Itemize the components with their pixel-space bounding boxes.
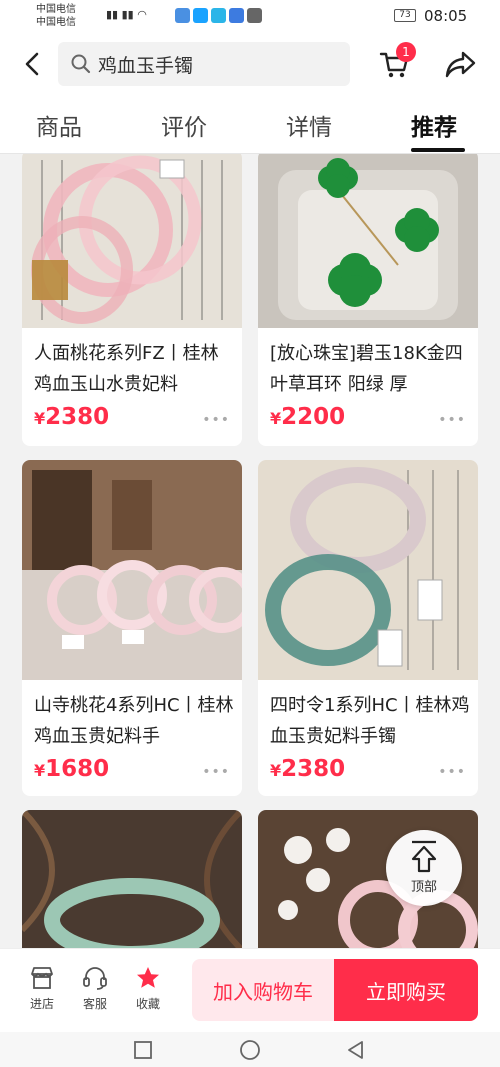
scroll-to-top-button[interactable]: 顶部 <box>386 830 462 906</box>
app-icon <box>247 8 262 23</box>
recommend-grid: 人面桃花系列FZ丨桂林鸡血玉山水贵妃料 ¥2380 ••• [放心珠宝]碧玉18… <box>0 154 500 948</box>
carrier-2: 中国电信 <box>36 17 76 28</box>
tab-recommend[interactable]: 推荐 <box>411 108 457 142</box>
product-price: ¥1680 <box>34 756 110 782</box>
cart-count-badge: 1 <box>396 42 416 62</box>
clock: 08:05 <box>424 7 468 25</box>
product-title: [放心珠宝]碧玉18K金四叶草耳环 阳绿 厚 <box>270 343 463 395</box>
app-icon <box>229 8 244 23</box>
more-dots-icon[interactable]: ••• <box>202 764 230 780</box>
arrow-up-icon <box>411 840 437 873</box>
carrier-info: 中国电信 中国电信 <box>36 3 76 29</box>
shop-icon <box>31 967 53 989</box>
customer-service-button[interactable]: 客服 <box>71 965 119 1012</box>
product-image <box>258 460 478 680</box>
buy-now-button[interactable]: 立即购买 <box>334 959 478 1021</box>
signal-icons: ▮▮ ▮▮ ◠ <box>106 8 147 21</box>
product-card[interactable]: [放心珠宝]碧玉18K金四叶草耳环 阳绿 厚 ¥2200 ••• <box>258 154 478 446</box>
scroll-to-top-label: 顶部 <box>410 880 437 895</box>
carrier-1: 中国电信 <box>36 4 76 15</box>
battery-indicator: 73 <box>394 9 416 22</box>
product-image <box>22 460 242 680</box>
more-dots-icon[interactable]: ••• <box>438 412 466 428</box>
search-icon <box>71 54 91 74</box>
notification-icons <box>175 8 262 23</box>
tab-details[interactable]: 详情 <box>286 108 332 142</box>
product-price: ¥2380 <box>270 756 346 782</box>
system-nav-bar <box>0 1032 500 1067</box>
tab-goods[interactable]: 商品 <box>36 108 82 142</box>
product-price: ¥2380 <box>34 404 110 430</box>
app-icon <box>211 8 226 23</box>
top-header: 鸡血玉手镯 1 <box>0 34 500 96</box>
back-arrow-icon[interactable] <box>18 49 48 79</box>
product-title: 山寺桃花4系列HC丨桂林鸡血玉贵妃料手 <box>34 695 234 747</box>
product-title: 四时令1系列HC丨桂林鸡血玉贵妃料手镯 <box>270 695 470 747</box>
product-image <box>22 810 242 948</box>
more-dots-icon[interactable]: ••• <box>438 764 466 780</box>
add-to-cart-button[interactable]: 加入购物车 <box>192 959 334 1021</box>
product-image <box>22 154 242 328</box>
product-card[interactable] <box>22 810 242 948</box>
back-icon[interactable] <box>345 1039 367 1061</box>
product-price: ¥2200 <box>270 404 346 430</box>
product-card[interactable]: 人面桃花系列FZ丨桂林鸡血玉山水贵妃料 ¥2380 ••• <box>22 154 242 446</box>
tab-reviews[interactable]: 评价 <box>161 108 207 142</box>
product-title: 人面桃花系列FZ丨桂林鸡血玉山水贵妃料 <box>34 343 219 395</box>
product-image <box>258 154 478 328</box>
favorite-button[interactable]: 收藏 <box>124 965 172 1012</box>
active-tab-indicator <box>411 148 465 152</box>
app-icon <box>193 8 208 23</box>
product-card[interactable]: 四时令1系列HC丨桂林鸡血玉贵妃料手镯 ¥2380 ••• <box>258 460 478 796</box>
app-icon <box>175 8 190 23</box>
search-text: 鸡血玉手镯 <box>98 54 194 77</box>
more-dots-icon[interactable]: ••• <box>202 412 230 428</box>
bottom-action-bar: 进店 客服 收藏 加入购物车 立即购买 <box>0 948 500 1032</box>
search-input[interactable]: 鸡血玉手镯 <box>58 42 350 86</box>
share-icon[interactable] <box>444 48 476 80</box>
home-icon[interactable] <box>239 1039 261 1061</box>
tab-bar: 商品 评价 详情 推荐 <box>0 96 500 154</box>
recent-apps-icon[interactable] <box>132 1039 154 1061</box>
headset-icon <box>83 967 107 990</box>
status-bar: 中国电信 中国电信 ▮▮ ▮▮ ◠ 73 08:05 <box>0 0 500 34</box>
product-card[interactable]: 山寺桃花4系列HC丨桂林鸡血玉贵妃料手 ¥1680 ••• <box>22 460 242 796</box>
shop-button[interactable]: 进店 <box>18 965 66 1012</box>
star-icon <box>137 967 159 988</box>
